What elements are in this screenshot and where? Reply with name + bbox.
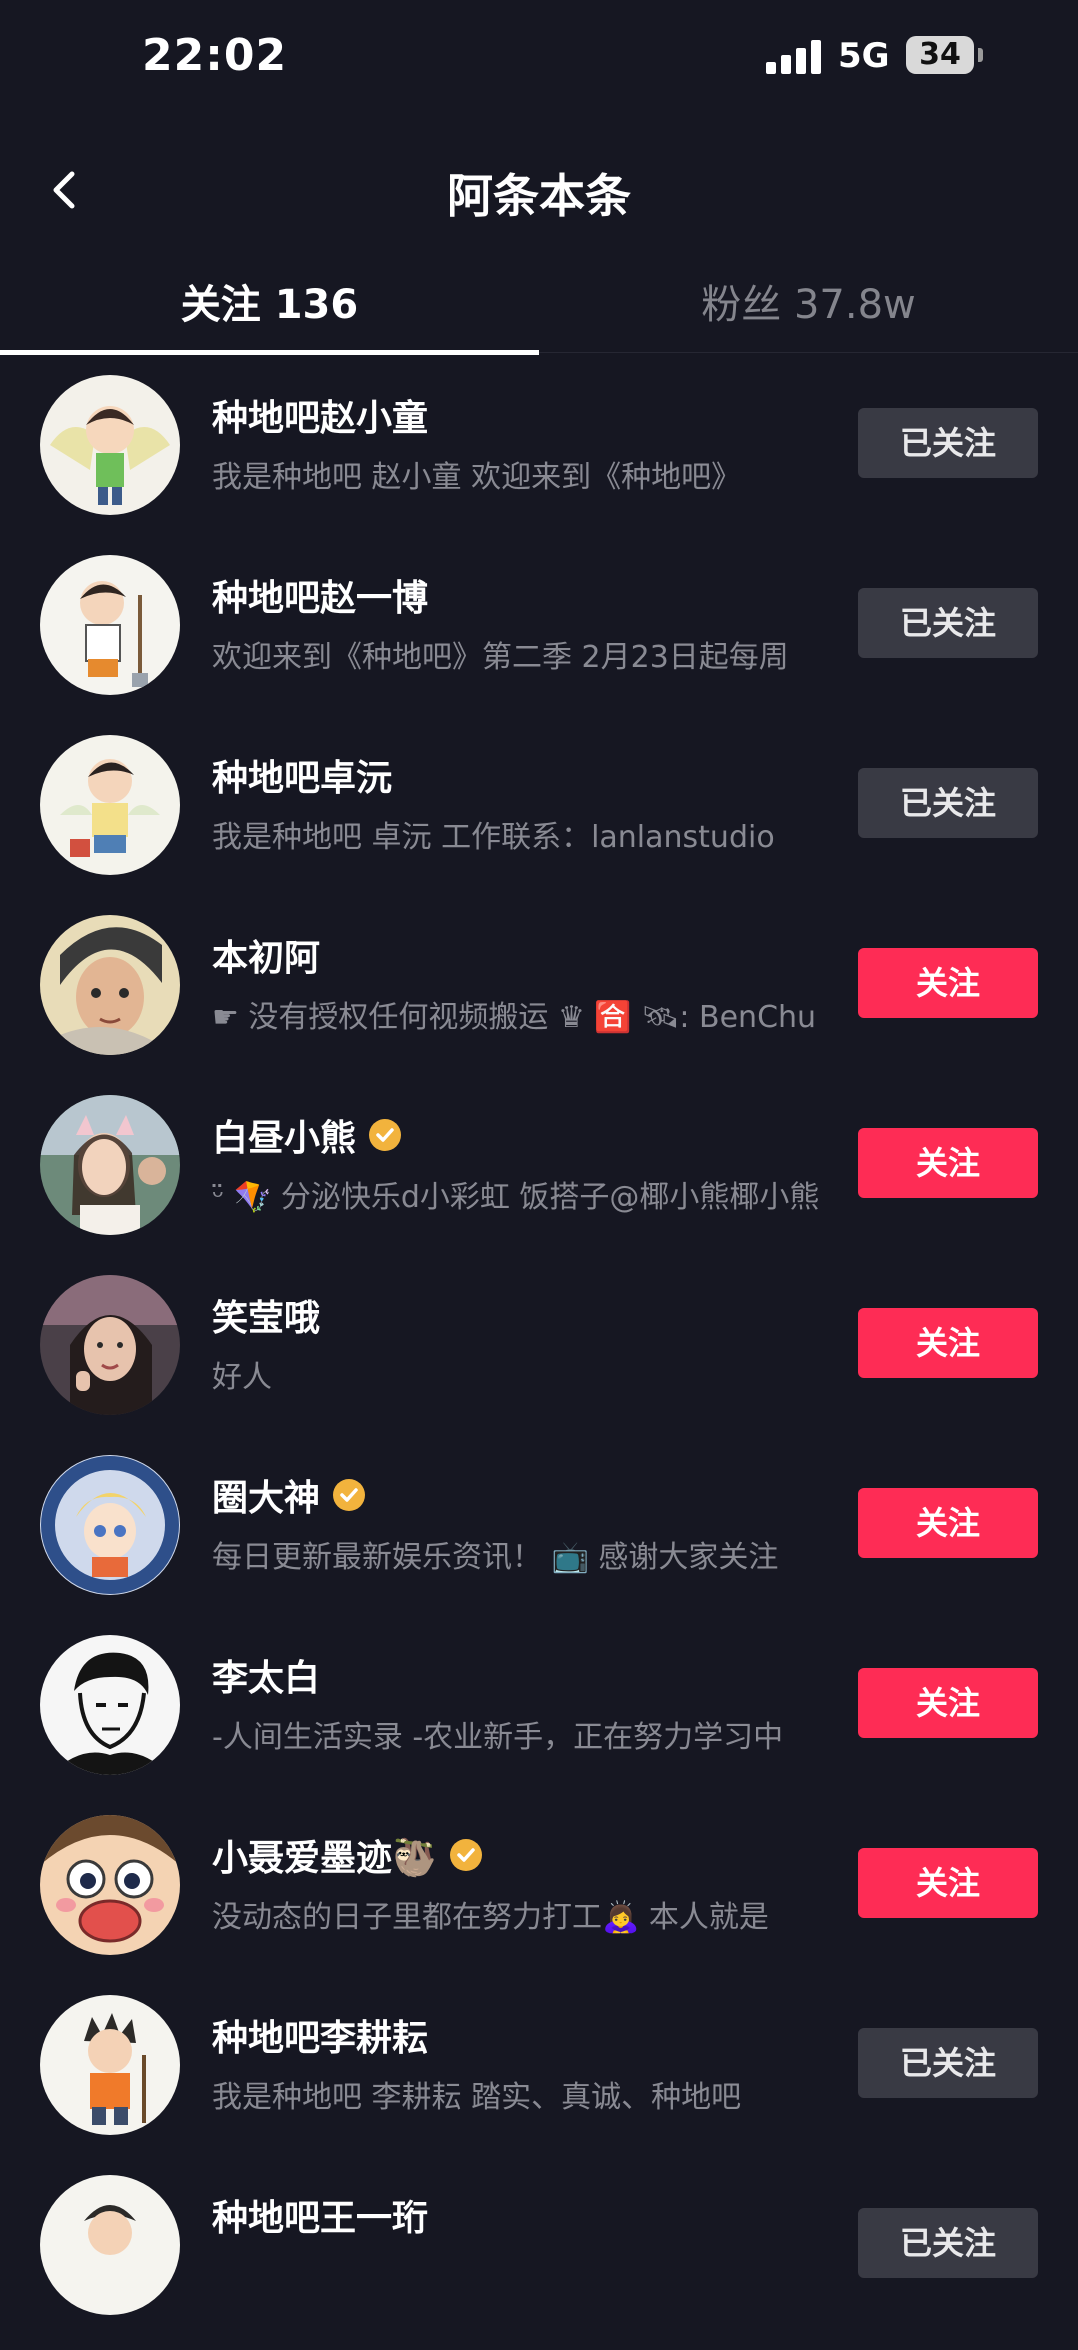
user-description: 每日更新最新娱乐资讯！ 📺 感谢大家关注 (212, 1540, 779, 1575)
nav-bar: 阿条本条 (0, 130, 1078, 250)
user-name: 本初阿 (212, 938, 321, 979)
avatar[interactable] (40, 915, 180, 1055)
avatar[interactable] (40, 1455, 180, 1595)
battery-icon: 34 (906, 36, 974, 74)
following-button[interactable]: 已关注 (858, 2028, 1038, 2098)
network-type: 5G (838, 36, 890, 76)
follow-button[interactable]: 关注 (858, 1308, 1038, 1378)
tab-following[interactable]: 关注 136 (0, 272, 539, 330)
user-description: -人间生活实录 -农业新手，正在努力学习中 (212, 1720, 784, 1755)
list-item[interactable]: 小聂爱墨迹🦥 没动态的日子里都在努力打工🙇‍♀️ 本人就是 关注 (0, 1810, 1078, 1990)
follow-button[interactable]: 关注 (858, 1488, 1038, 1558)
follow-button[interactable]: 关注 (858, 1128, 1038, 1198)
verified-badge-icon (369, 1119, 402, 1151)
user-name: 种地吧赵小童 (212, 398, 429, 439)
following-button[interactable]: 已关注 (858, 768, 1038, 838)
avatar[interactable] (40, 1635, 180, 1775)
status-time: 22:02 (142, 30, 288, 81)
user-description: 我是种地吧 卓沅 工作联系：lanlanstudio (212, 820, 775, 855)
list-item[interactable]: 种地吧王一珩 已关注 (0, 2170, 1078, 2350)
list-item[interactable]: 笑莹哦 好人 关注 (0, 1270, 1078, 1450)
avatar[interactable] (40, 735, 180, 875)
user-description: 我是种地吧 赵小童 欢迎来到《种地吧》 (212, 460, 742, 495)
list-item[interactable]: 种地吧李耕耘 我是种地吧 李耕耘 踏实、真诚、种地吧 已关注 (0, 1990, 1078, 2170)
list-item[interactable]: 白昼小熊 ᵕ̈ 🪁 分泌快乐d小彩虹 饭搭子@椰小熊椰小熊 关注 (0, 1090, 1078, 1270)
user-name: 种地吧赵一博 (212, 578, 429, 619)
tab-fans[interactable]: 粉丝 37.8w (539, 272, 1078, 330)
user-name: 白昼小熊 (212, 1118, 357, 1159)
avatar[interactable] (40, 1275, 180, 1415)
avatar[interactable] (40, 1995, 180, 2135)
tab-indicator (0, 350, 539, 355)
user-name: 李太白 (212, 1658, 321, 1699)
signal-bars-icon (766, 40, 822, 74)
user-description: 欢迎来到《种地吧》第二季 2月23日起每周 (212, 640, 789, 675)
user-name: 笑莹哦 (212, 1298, 321, 1339)
verified-badge-icon (333, 1479, 366, 1511)
user-name: 种地吧李耕耘 (212, 2018, 429, 2059)
back-chevron-icon[interactable] (36, 160, 96, 220)
list-item[interactable]: 本初阿 ☛ 没有授权任何视频搬运 ♛ 🈴 🛰: BenChu 关注 (0, 910, 1078, 1090)
user-description: 我是种地吧 李耕耘 踏实、真诚、种地吧 (212, 2080, 742, 2115)
user-description: 没动态的日子里都在努力打工🙇‍♀️ 本人就是 (212, 1900, 769, 1935)
tab-bar: 关注 136 粉丝 37.8w (0, 262, 1078, 355)
user-name: 种地吧王一珩 (212, 2198, 429, 2239)
page-title: 阿条本条 (447, 169, 631, 223)
user-name: 圈大神 (212, 1478, 321, 1519)
user-description: ᵕ̈ 🪁 分泌快乐d小彩虹 饭搭子@椰小熊椰小熊 (212, 1180, 820, 1215)
following-button[interactable]: 已关注 (858, 408, 1038, 478)
list-item[interactable]: 种地吧卓沅 我是种地吧 卓沅 工作联系：lanlanstudio 已关注 (0, 730, 1078, 910)
list-item[interactable]: 李太白 -人间生活实录 -农业新手，正在努力学习中 关注 (0, 1630, 1078, 1810)
user-name: 种地吧卓沅 (212, 758, 393, 799)
follow-button[interactable]: 关注 (858, 1848, 1038, 1918)
battery-tip (978, 48, 983, 62)
list-item[interactable]: 种地吧赵一博 欢迎来到《种地吧》第二季 2月23日起每周 已关注 (0, 550, 1078, 730)
avatar[interactable] (40, 1095, 180, 1235)
list-item[interactable]: 圈大神 每日更新最新娱乐资讯！ 📺 感谢大家关注 关注 (0, 1450, 1078, 1630)
following-button[interactable]: 已关注 (858, 588, 1038, 658)
user-name: 小聂爱墨迹🦥 (212, 1838, 437, 1879)
user-description: ☛ 没有授权任何视频搬运 ♛ 🈴 🛰: BenChu (212, 1000, 817, 1035)
following-button[interactable]: 已关注 (858, 2208, 1038, 2278)
verified-badge-icon (449, 1839, 482, 1871)
avatar[interactable] (40, 555, 180, 695)
avatar[interactable] (40, 1815, 180, 1955)
status-bar: 22:02 5G 34 (0, 0, 1078, 110)
user-description: 好人 (212, 1360, 272, 1395)
list-item[interactable]: 种地吧赵小童 我是种地吧 赵小童 欢迎来到《种地吧》 已关注 (0, 370, 1078, 550)
follow-button[interactable]: 关注 (858, 1668, 1038, 1738)
avatar[interactable] (40, 2175, 180, 2315)
avatar[interactable] (40, 375, 180, 515)
follow-button[interactable]: 关注 (858, 948, 1038, 1018)
